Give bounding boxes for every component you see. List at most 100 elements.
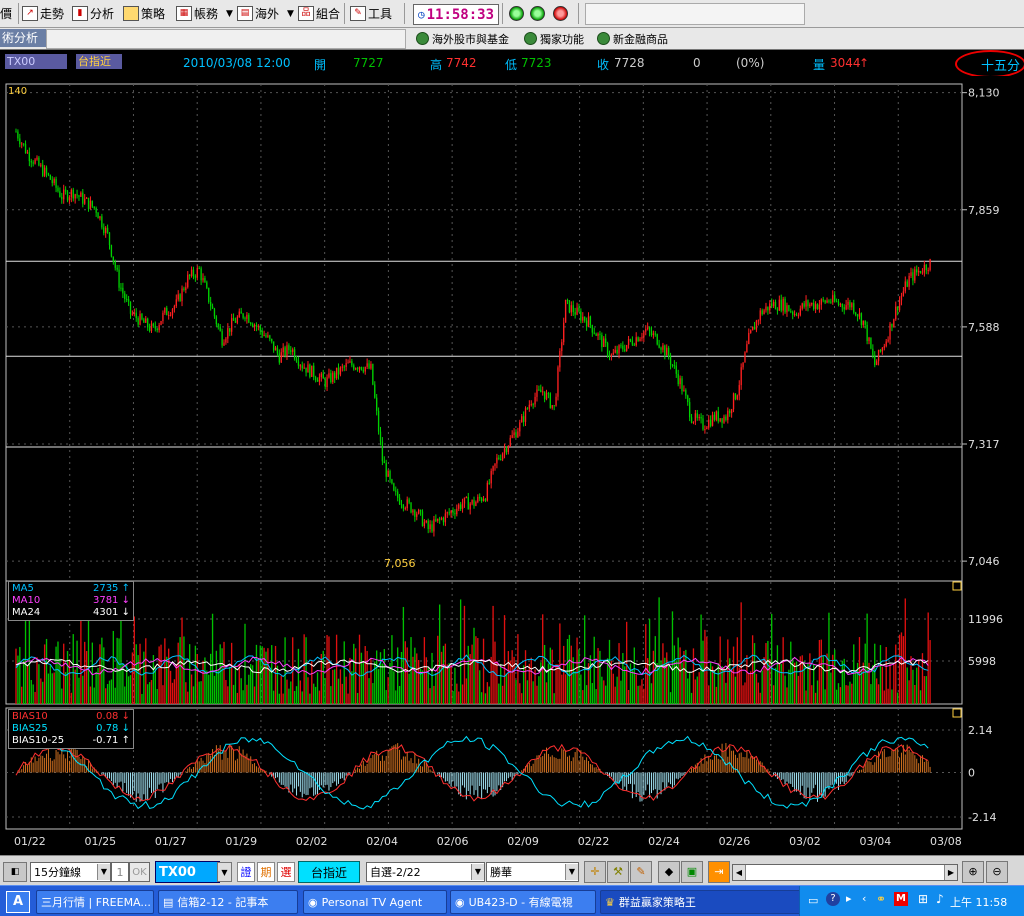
- candle-body: [914, 269, 916, 281]
- green-light-icon[interactable]: [509, 6, 524, 21]
- toolbar-combo-button[interactable]: 品組合: [298, 4, 340, 23]
- toolbar-overseas-button[interactable]: ▤ 海外 ▼: [237, 4, 294, 23]
- tag-securities[interactable]: 證: [237, 862, 255, 882]
- toolbar-analysis-button[interactable]: ▮ 分析: [72, 4, 114, 23]
- crosshair-icon[interactable]: ✛: [584, 861, 606, 883]
- candle-body: [515, 432, 517, 438]
- red-light-icon[interactable]: [553, 6, 568, 21]
- broker-select[interactable]: 勝華 ▼: [486, 862, 579, 882]
- help-icon[interactable]: ?: [826, 892, 840, 906]
- taskbar-item[interactable]: ▤ 信箱2-12 - 記事本: [158, 890, 298, 914]
- candle-body: [757, 320, 760, 322]
- panel-switch-icon[interactable]: ◧: [3, 862, 27, 882]
- crown-icon: ♛: [605, 895, 615, 909]
- green-light-icon[interactable]: [530, 6, 545, 21]
- taskbar-item-active[interactable]: ♛ 群益贏家策略王: [600, 890, 802, 914]
- taskbar-item[interactable]: 三月行情 | FREEMA...: [36, 890, 154, 914]
- tray-expand-icon[interactable]: ▸: [846, 892, 852, 905]
- ok-button[interactable]: OK: [129, 862, 150, 882]
- toolbar-account-button[interactable]: ▦ 帳務 ▼: [176, 4, 233, 23]
- excel-icon[interactable]: ▣: [681, 861, 703, 883]
- candle-body: [542, 391, 544, 393]
- network-icon[interactable]: ⊞: [918, 892, 928, 906]
- candle-body: [343, 366, 345, 368]
- symbol-field[interactable]: TX00: [5, 54, 67, 69]
- symbol-name-button[interactable]: 台指近: [298, 861, 360, 883]
- volume-bar: [324, 678, 326, 704]
- taskbar-item[interactable]: ◉ Personal TV Agent: [303, 890, 447, 914]
- count-input[interactable]: 1: [111, 862, 129, 882]
- speaker-icon[interactable]: ♪: [936, 892, 944, 906]
- x-axis-label: 02/26: [719, 835, 751, 848]
- volume-bar: [276, 665, 279, 704]
- tag-options[interactable]: 選: [277, 862, 295, 882]
- chevron-down-icon[interactable]: ▼: [226, 9, 233, 19]
- taskbar-item[interactable]: ◉ UB423-D - 有線電視: [450, 890, 596, 914]
- wrench-icon[interactable]: ⚒: [607, 861, 629, 883]
- toolbar-strategy-button[interactable]: 策略: [123, 4, 165, 23]
- volume-bar: [797, 675, 800, 704]
- toolbar-quote[interactable]: 價: [0, 4, 12, 23]
- volume-bar: [904, 598, 906, 704]
- candle-body: [664, 345, 666, 356]
- volume-bar: [51, 673, 53, 704]
- zoom-fit-icon[interactable]: ⇥: [708, 861, 730, 883]
- link-overseas-stocks[interactable]: 海外股市與基金: [416, 30, 509, 47]
- chevron-down-icon[interactable]: ▼: [287, 9, 294, 19]
- keyboard-icon[interactable]: ▭: [808, 894, 818, 907]
- volume-bar: [431, 652, 433, 704]
- chevron-down-icon[interactable]: ▼: [217, 862, 232, 882]
- candle-body: [467, 497, 469, 510]
- taskbar-clock[interactable]: 上午 11:58: [950, 894, 1007, 910]
- candle-body: [784, 298, 786, 313]
- volume-bar: [723, 667, 725, 704]
- scroll-right-icon[interactable]: ▶: [944, 865, 957, 880]
- volume-bar: [76, 640, 78, 704]
- candlestick-chart[interactable]: 8,130 7,859 7,588 7,317 7,046 140 7,056 11996 59…: [0, 76, 1024, 855]
- eraser-icon[interactable]: ◆: [658, 861, 680, 883]
- candle-body: [685, 390, 687, 396]
- folder-icon: [123, 6, 139, 21]
- candle-body: [589, 316, 592, 326]
- volume-bar: [501, 685, 504, 704]
- link-new-products[interactable]: 新金融商品: [597, 30, 668, 47]
- zoom-out-icon[interactable]: ⊖: [986, 861, 1008, 883]
- chart-panel[interactable]: 8,130 7,859 7,588 7,317 7,046 140 7,056 11996 59…: [0, 76, 1024, 855]
- toolbar-trend-button[interactable]: ↗ 走勢: [22, 4, 64, 23]
- volume-bar: [293, 690, 296, 704]
- candle-body: [72, 189, 74, 199]
- link-exclusive[interactable]: 獨家功能: [524, 30, 584, 47]
- tag-futures[interactable]: 期: [257, 862, 275, 882]
- interval-select[interactable]: 15分鐘線 ▼: [30, 862, 111, 882]
- m-icon[interactable]: M: [894, 892, 908, 906]
- candle-body: [446, 512, 448, 514]
- scroll-left-icon[interactable]: ◀: [733, 865, 746, 880]
- legend-label: BIAS10-25: [12, 735, 65, 746]
- symbol-input[interactable]: TX00: [155, 861, 220, 883]
- watchlist-select[interactable]: 自選-2/22 ▼: [366, 862, 485, 882]
- volume-bar: [108, 680, 111, 704]
- volume-bar: [633, 647, 635, 704]
- candle-body: [536, 389, 538, 397]
- volume-bar: [584, 615, 586, 704]
- candle-body: [790, 311, 792, 313]
- candle-body: [633, 344, 635, 346]
- candle-body: [603, 338, 605, 347]
- volume-tick-label: 5998: [968, 655, 996, 668]
- toolbar-blank-field[interactable]: [585, 3, 805, 25]
- volume-bar: [627, 689, 630, 704]
- candle-body: [484, 499, 487, 501]
- chart-scrollbar[interactable]: ◀ ▶: [732, 864, 958, 881]
- link-icon[interactable]: ⚭: [876, 892, 886, 906]
- pencil-icon[interactable]: ✎: [630, 861, 652, 883]
- chevron-left-icon[interactable]: ‹: [862, 892, 866, 905]
- volume-bar: [173, 679, 176, 704]
- tab-technical-analysis[interactable]: 術分析: [0, 29, 46, 47]
- toolbar-tools-button[interactable]: ✎ 工具: [350, 4, 392, 23]
- volume-bar: [488, 686, 490, 704]
- start-button[interactable]: A: [6, 891, 30, 913]
- volume-bar: [866, 613, 868, 704]
- candle-body: [797, 315, 800, 317]
- candle-body: [530, 404, 532, 406]
- zoom-in-icon[interactable]: ⊕: [962, 861, 984, 883]
